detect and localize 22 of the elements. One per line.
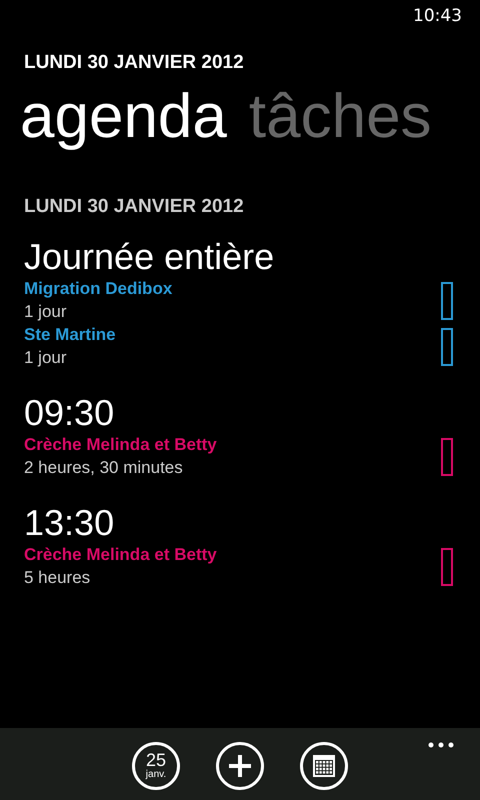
pivot-tab[interactable]: agenda [20,80,227,154]
group-heading: Journée entière [24,236,276,278]
status-time: 10:43 [413,6,462,26]
event-duration: 1 jour [24,301,68,323]
month-view-button[interactable] [300,742,348,790]
event-title[interactable]: Ste Martine [24,324,116,346]
group-heading: 09:30 [24,392,116,434]
ellipsis-icon [428,742,454,748]
event-duration: 2 heures, 30 minutes [24,457,184,479]
header-date: LUNDI 30 JANVIER 2012 [24,52,245,74]
event-title[interactable]: Migration Dedibox [24,278,172,300]
add-button[interactable] [216,742,264,790]
event-duration: 1 jour [24,347,68,369]
pivot-tab[interactable]: tâches [248,80,432,154]
event-title[interactable]: Crèche Melinda et Betty [24,544,217,566]
day-date: LUNDI 30 JANVIER 2012 [24,196,245,218]
event-title[interactable]: Crèche Melinda et Betty [24,434,217,456]
today-button[interactable]: 25 janv. [132,742,180,790]
event-duration: 5 heures [24,567,92,589]
calendar-icon [312,754,336,778]
group-heading: 13:30 [24,502,116,544]
plus-icon [227,753,253,779]
